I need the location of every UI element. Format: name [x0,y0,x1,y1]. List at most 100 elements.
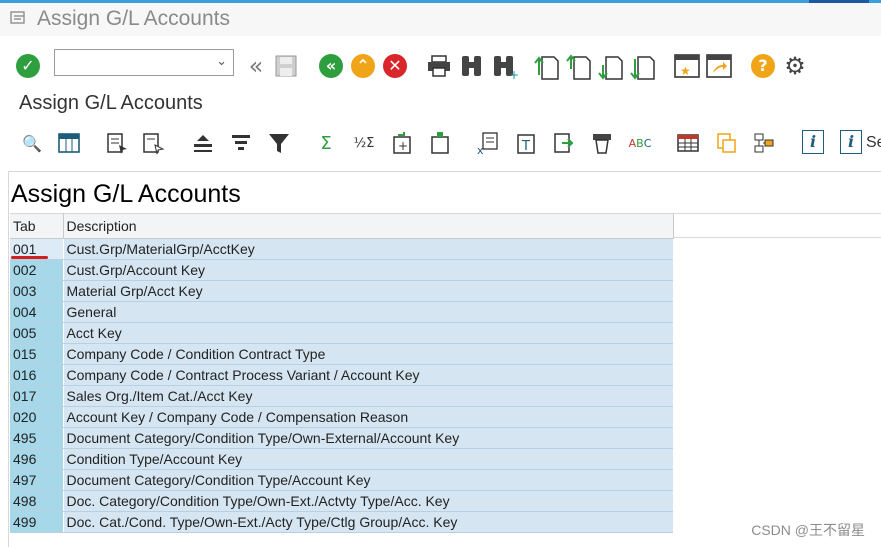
help-icon[interactable]: ? [751,54,775,78]
next-page-icon[interactable] [598,53,624,81]
word-processing-icon[interactable]: T [514,131,538,155]
description-cell[interactable]: Material Grp/Acct Key [63,280,673,302]
table-row[interactable]: 015 Company Code / Condition Contract Typ… [10,343,673,365]
svg-text:+: + [509,68,519,80]
svg-text:+: + [398,139,408,153]
description-cell[interactable]: Company Code / Contract Process Variant … [63,364,673,386]
shortcut-icon[interactable] [705,53,733,79]
local-file-icon[interactable] [552,131,576,155]
tab-cell[interactable]: 004 [10,301,64,323]
info-icon[interactable]: i [802,130,824,154]
description-cell[interactable]: Cust.Grp/Account Key [63,259,673,281]
info-icon-2[interactable]: i [840,130,862,154]
enter-checkmark-icon[interactable]: ✓ [16,54,40,78]
print-icon[interactable] [426,54,452,78]
choose-layout-icon[interactable] [714,131,738,155]
subtotal-icon[interactable]: ½Σ [352,131,376,155]
deselect-all-icon[interactable] [141,131,165,155]
alv-toolbar-partial-label[interactable]: Se [866,134,881,152]
table-row[interactable]: 017 Sales Org./Item Cat./Acct Key [10,385,673,407]
tab-cell[interactable]: 496 [10,448,64,470]
title-bar: Assign G/L Accounts [0,0,881,36]
column-header-description[interactable]: Description [63,213,674,239]
settings-icon[interactable]: ⚙ [782,52,808,80]
table-row[interactable]: 497 Document Category/Condition Type/Acco… [10,469,673,491]
tab-cell[interactable]: 499 [10,511,64,533]
gl-accounts-table: Tab Description 001 Cust.Grp/MaterialGrp/… [10,213,674,533]
select-all-icon[interactable] [105,131,129,155]
menu-icon[interactable] [10,11,26,25]
tab-cell[interactable]: 005 [10,322,64,344]
selection-underline [11,256,48,259]
create-session-icon[interactable]: ★ [673,53,701,79]
tab-cell[interactable]: 497 [10,469,64,491]
tab-cell[interactable]: 017 [10,385,64,407]
table-row[interactable]: 016 Company Code / Contract Process Varia… [10,364,673,386]
last-page-icon[interactable] [630,53,656,81]
back-icon[interactable]: « [243,52,269,80]
tab-cell[interactable]: 015 [10,343,64,365]
exit-icon[interactable]: ⌃ [351,54,375,78]
sort-ascending-icon[interactable] [191,131,215,155]
layout-icon[interactable] [676,131,700,155]
tab-cell[interactable]: 003 [10,280,64,302]
description-cell[interactable]: Cust.Grp/MaterialGrp/AcctKey [63,238,673,260]
save-icon[interactable] [274,54,298,78]
previous-page-icon[interactable] [566,53,592,81]
table-row[interactable]: 005 Acct Key [10,322,673,344]
export-excel-icon[interactable]: x [476,131,500,155]
print-preview-icon[interactable] [590,131,614,155]
description-cell[interactable]: Acct Key [63,322,673,344]
find-next-icon[interactable]: + [491,54,519,80]
tab-cell[interactable]: 495 [10,427,64,449]
filter-icon[interactable] [267,131,291,155]
table-header-row: Tab Description [10,213,674,239]
description-cell[interactable]: Doc. Category/Condition Type/Own-Ext./Ac… [63,490,673,512]
sort-descending-icon[interactable] [229,131,253,155]
table-row[interactable]: 020 Account Key / Company Code / Compensa… [10,406,673,428]
screen-title: Assign G/L Accounts [19,92,203,114]
description-cell[interactable]: Document Category/Condition Type/Account… [63,469,673,491]
table-row[interactable]: 495 Document Category/Condition Type/Own-… [10,427,673,449]
description-cell[interactable]: Condition Type/Account Key [63,448,673,470]
description-cell[interactable]: Doc. Cat./Cond. Type/Own-Ext./Acty Type/… [63,511,673,533]
table-row[interactable]: 003 Material Grp/Acct Key [10,280,673,302]
top-accent [809,0,869,3]
description-cell[interactable]: Account Key / Company Code / Compensatio… [63,406,673,428]
table-header-extension [673,213,881,238]
description-cell[interactable]: General [63,301,673,323]
panel-title: Assign G/L Accounts [11,180,241,208]
save-layout-icon[interactable] [752,131,776,155]
table-row[interactable]: 004 General [10,301,673,323]
command-field[interactable]: ⌄ [54,49,234,76]
chevron-down-icon[interactable]: ⌄ [216,54,227,69]
watermark: CSDN @王不留星 [751,522,865,538]
tab-cell[interactable]: 002 [10,259,64,281]
cancel-icon[interactable]: ✕ [383,54,407,78]
column-header-tab[interactable]: Tab [10,213,64,239]
insert-row-icon[interactable]: + [390,131,414,155]
green-back-icon[interactable]: « [319,54,343,78]
tab-cell[interactable]: 498 [10,490,64,512]
table-row[interactable]: 498 Doc. Category/Condition Type/Own-Ext.… [10,490,673,512]
svg-text:x: x [477,144,484,155]
find-icon[interactable] [459,54,485,78]
table-row[interactable]: 002 Cust.Grp/Account Key [10,259,673,281]
window-title: Assign G/L Accounts [37,7,230,30]
table-row[interactable]: 496 Condition Type/Account Key [10,448,673,470]
description-cell[interactable]: Company Code / Condition Contract Type [63,343,673,365]
table-view-icon[interactable] [57,131,81,155]
table-row[interactable]: 499 Doc. Cat./Cond. Type/Own-Ext./Acty Ty… [10,511,673,533]
spelling-icon[interactable]: ABC [628,131,652,155]
description-cell[interactable]: Document Category/Condition Type/Own-Ext… [63,427,673,449]
description-cell[interactable]: Sales Org./Item Cat./Acct Key [63,385,673,407]
table-body: 001 Cust.Grp/MaterialGrp/AcctKey 002 Cust.G… [10,238,673,533]
tab-cell[interactable]: 016 [10,364,64,386]
delete-row-icon[interactable] [428,131,452,155]
table-row[interactable]: 001 Cust.Grp/MaterialGrp/AcctKey [10,238,673,260]
first-page-icon[interactable] [534,53,560,81]
svg-text:★: ★ [680,64,691,78]
tab-cell[interactable]: 020 [10,406,64,428]
sum-icon[interactable]: Σ [314,131,338,155]
details-icon[interactable]: 🔍 [20,131,44,155]
